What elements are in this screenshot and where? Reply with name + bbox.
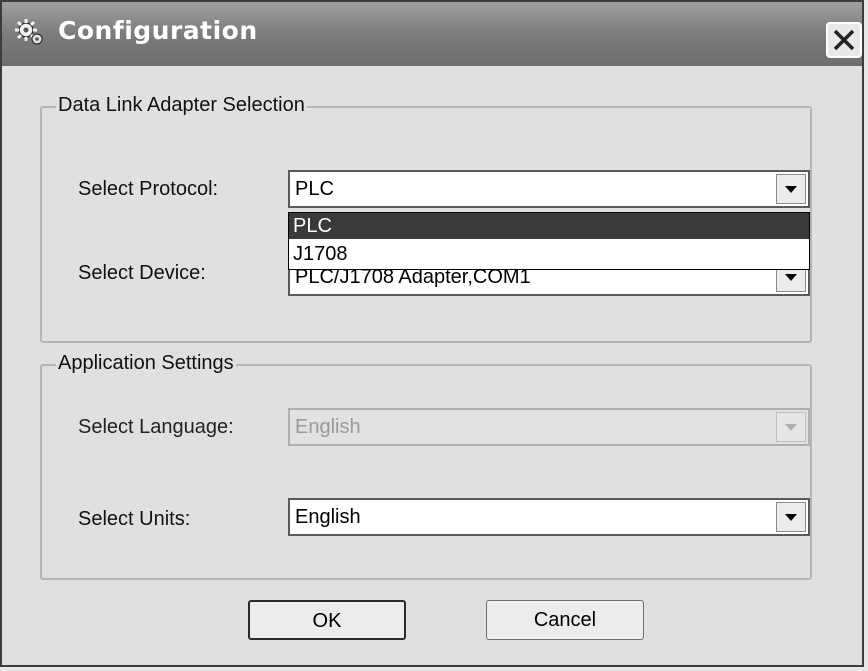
language-label: Select Language: bbox=[78, 416, 234, 438]
protocol-select[interactable]: PLC bbox=[288, 170, 810, 208]
protocol-dropdown-list: PLC J1708 bbox=[288, 212, 810, 270]
ok-button[interactable]: OK bbox=[248, 600, 406, 640]
units-label: Select Units: bbox=[78, 508, 191, 530]
gear-icon bbox=[14, 18, 46, 48]
app-settings-groupbox bbox=[40, 364, 812, 580]
app-settings-group-title: Application Settings bbox=[56, 352, 236, 375]
protocol-option-j1708[interactable]: J1708 bbox=[289, 241, 809, 267]
title-bar[interactable]: Configuration bbox=[2, 2, 862, 66]
protocol-option-plc[interactable]: PLC bbox=[289, 213, 809, 239]
protocol-dropdown-button[interactable] bbox=[776, 174, 806, 204]
protocol-select-value: PLC bbox=[295, 178, 334, 200]
device-label: Select Device: bbox=[78, 262, 206, 284]
configuration-dialog: Configuration Data Link Adapter Selectio… bbox=[0, 0, 864, 667]
protocol-label: Select Protocol: bbox=[78, 178, 219, 200]
units-select-value: English bbox=[295, 506, 361, 528]
window-title: Configuration bbox=[58, 16, 258, 45]
data-link-group-title: Data Link Adapter Selection bbox=[56, 94, 307, 117]
language-select-value: English bbox=[295, 416, 361, 438]
units-select[interactable]: English bbox=[288, 498, 810, 536]
cancel-button[interactable]: Cancel bbox=[486, 600, 644, 640]
language-dropdown-button bbox=[776, 412, 806, 442]
close-button[interactable] bbox=[826, 22, 862, 58]
units-dropdown-button[interactable] bbox=[776, 502, 806, 532]
language-select: English bbox=[288, 408, 810, 446]
